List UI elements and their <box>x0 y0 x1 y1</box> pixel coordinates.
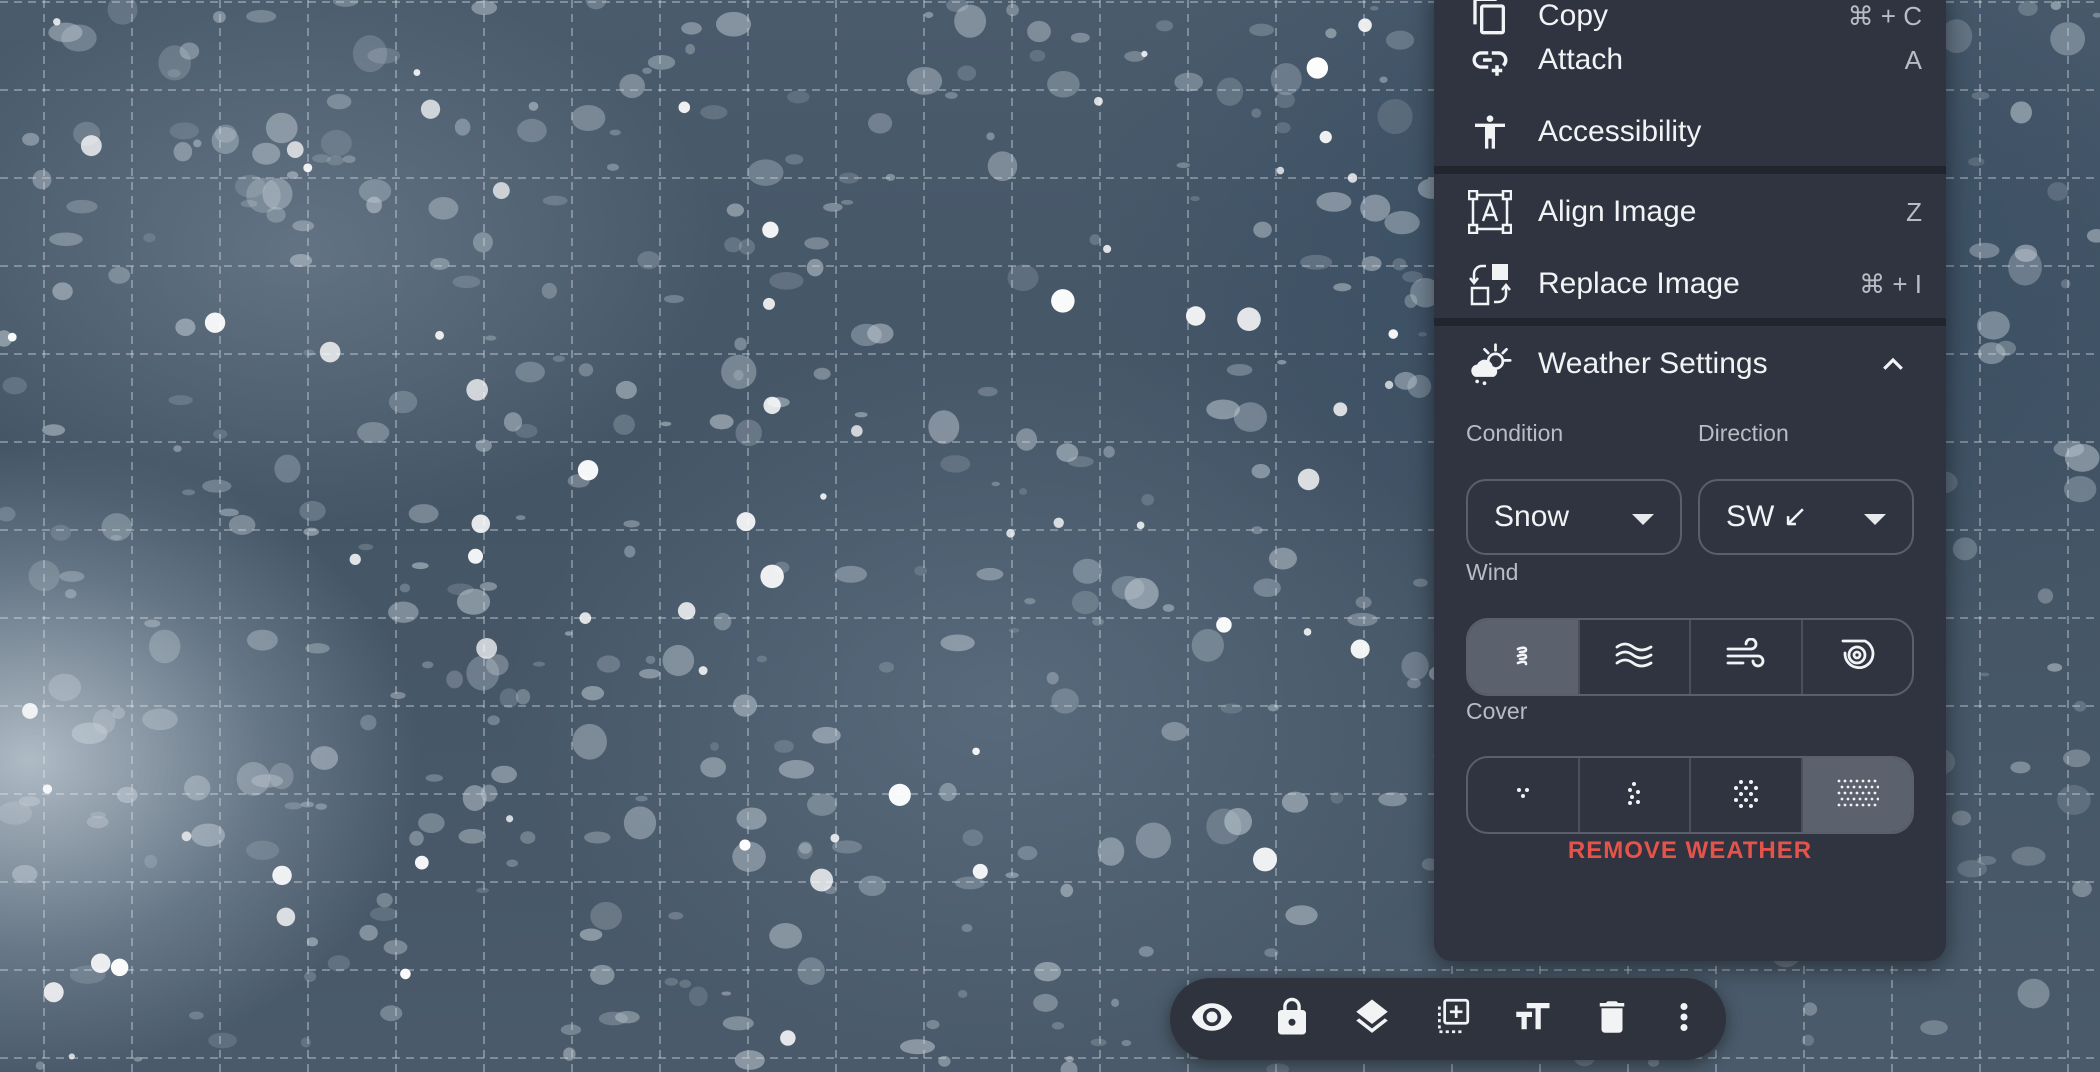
menu-item-label: Attach <box>1538 43 1624 76</box>
menu-item-label: Align Image <box>1538 195 1697 228</box>
text-size-icon <box>1511 996 1553 1043</box>
select-add-icon <box>1431 996 1473 1043</box>
cover-medium-icon <box>1619 778 1649 813</box>
align-image-icon <box>1468 190 1512 234</box>
menu-item-shortcut: Z <box>1906 197 1922 227</box>
layers-button[interactable] <box>1348 995 1396 1043</box>
condition-label: Condition <box>1466 420 1564 446</box>
cover-label: Cover <box>1466 698 1528 724</box>
menu-item-accessibility[interactable]: Accessibility <box>1434 96 1946 168</box>
direction-select[interactable]: SW ↙ <box>1698 479 1914 555</box>
delete-icon <box>1591 996 1633 1043</box>
wind-option-light[interactable] <box>1468 620 1580 694</box>
menu-divider <box>1434 166 1946 174</box>
weather-settings-title: Weather Settings <box>1538 347 1768 380</box>
visibility-icon <box>1190 995 1234 1044</box>
caret-down-icon <box>1632 514 1654 525</box>
menu-divider <box>1434 318 1946 326</box>
cover-option-light[interactable] <box>1468 758 1580 832</box>
cover-segmented-control <box>1466 756 1914 834</box>
wind-label: Wind <box>1466 559 1519 585</box>
menu-item-shortcut: A <box>1904 45 1922 75</box>
condition-select[interactable]: Snow <box>1466 479 1682 555</box>
cover-very-heavy-icon <box>1835 776 1880 815</box>
wind-segmented-control <box>1466 618 1914 696</box>
select-add-button[interactable] <box>1428 995 1476 1043</box>
wind-storm-icon <box>1837 635 1877 680</box>
menu-item-attach[interactable]: Attach A <box>1434 24 1946 96</box>
remove-weather-button[interactable]: REMOVE WEATHER <box>1434 837 1946 865</box>
wind-option-medium[interactable] <box>1580 620 1691 694</box>
wind-option-storm[interactable] <box>1803 620 1913 694</box>
lock-button[interactable] <box>1268 995 1316 1043</box>
direction-label: Direction <box>1698 420 1789 446</box>
weather-settings-icon <box>1468 342 1512 386</box>
direction-value: SW ↙ <box>1726 500 1808 533</box>
more-vertical-icon <box>1663 996 1705 1043</box>
cover-light-icon <box>1508 778 1538 813</box>
menu-item-label: Accessibility <box>1538 115 1702 148</box>
bottom-toolbar <box>1170 978 1726 1060</box>
menu-item-label: Replace Image <box>1538 267 1740 300</box>
wind-strong-icon <box>1725 637 1767 677</box>
more-options-button[interactable] <box>1660 995 1708 1043</box>
chevron-up-icon[interactable] <box>1878 350 1908 380</box>
wind-option-strong[interactable] <box>1691 620 1803 694</box>
toggle-visibility-button[interactable] <box>1188 995 1236 1043</box>
lock-icon <box>1271 996 1313 1043</box>
cover-option-medium[interactable] <box>1580 758 1691 832</box>
accessibility-icon <box>1468 110 1512 154</box>
condition-value: Snow <box>1494 500 1570 533</box>
context-menu: Copy ⌘ + C Attach A Accessibility Align … <box>1434 0 1946 961</box>
delete-button[interactable] <box>1588 995 1636 1043</box>
caret-down-icon <box>1864 514 1886 525</box>
wind-light-icon <box>1508 640 1538 675</box>
menu-item-replace-image[interactable]: Replace Image ⌘ + I <box>1434 248 1946 320</box>
layers-icon <box>1351 996 1393 1043</box>
attach-icon <box>1468 38 1512 82</box>
replace-image-icon <box>1468 262 1512 306</box>
weather-settings-header[interactable]: Weather Settings <box>1434 328 1946 400</box>
text-size-button[interactable] <box>1508 995 1556 1043</box>
cover-option-very-heavy[interactable] <box>1802 758 1912 832</box>
cover-option-heavy[interactable] <box>1691 758 1803 832</box>
cover-heavy-icon <box>1729 776 1763 815</box>
menu-item-align-image[interactable]: Align Image Z <box>1434 176 1946 248</box>
menu-item-shortcut: ⌘ + I <box>1859 269 1922 299</box>
wind-medium-icon <box>1614 638 1654 677</box>
